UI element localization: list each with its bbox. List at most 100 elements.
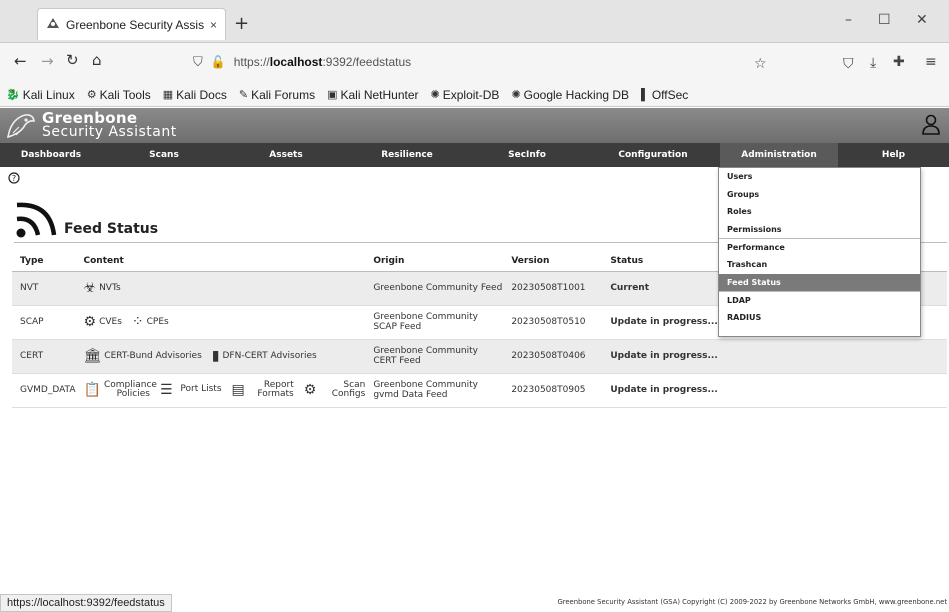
admin-menu-feed-status[interactable]: Feed Status: [719, 273, 920, 292]
ghdb-icon: ✺: [511, 89, 521, 101]
browser-tab-bar: Greenbone Security Assis × + – ☐ ✕: [0, 0, 949, 43]
content-link[interactable]: ⁘ CPEs: [132, 315, 169, 329]
feed-type: GVMD_DATA: [12, 373, 76, 408]
url-bar[interactable]: ⛉ 🔓 https://localhost:9392/feedstatus: [193, 49, 788, 75]
browser-tab[interactable]: Greenbone Security Assis ×: [37, 8, 226, 40]
bookmark-google-hacking-db[interactable]: ✺ Google Hacking DB: [511, 88, 629, 102]
menu-configuration[interactable]: Configuration: [586, 143, 720, 167]
menu-scans[interactable]: Scans: [102, 143, 226, 167]
menu-assets[interactable]: Assets: [226, 143, 346, 167]
menu-secinfo[interactable]: SecInfo: [468, 143, 586, 167]
kali-forums-icon: ✎: [238, 89, 249, 101]
greenbone-favicon-icon: [46, 16, 60, 33]
content-label: Port Lists: [180, 384, 222, 395]
copyright-text: Greenbone Security Assistant (GSA) Copyr…: [557, 598, 947, 606]
cve-icon: ⚙: [83, 314, 97, 330]
content-link[interactable]: ☣ NVTs: [84, 281, 121, 295]
bookmark-kali-tools[interactable]: ⚙ Kali Tools: [87, 88, 151, 102]
content-link[interactable]: 📋 Compliance Policies: [84, 379, 157, 400]
content-list: ☣ NVTs: [84, 281, 366, 295]
feed-version: 20230508T1001: [503, 271, 603, 306]
bookmark-kali-docs[interactable]: ▦ Kali Docs: [163, 88, 227, 102]
content-list: ⚙ CVEs ⁘ CPEs: [84, 315, 366, 329]
feed-version: 20230508T0406: [503, 339, 603, 374]
content-label: NVTs: [99, 283, 121, 293]
scan-configs-icon: ⚙: [303, 382, 317, 398]
cert-bund-icon: 🏛: [83, 348, 102, 364]
bookmark-exploit-db[interactable]: ✺ Exploit-DB: [431, 88, 500, 102]
browser-toolbar: ← → ↻ ⌂ ⛉ 🔓 https://localhost:9392/feeds…: [0, 43, 949, 83]
admin-menu-roles[interactable]: Roles: [719, 203, 920, 221]
bookmark-label: Kali NetHunter: [340, 87, 419, 102]
new-tab-button[interactable]: +: [234, 13, 249, 34]
svg-text:?: ?: [12, 174, 16, 183]
feed-content: ☣ NVTs: [75, 271, 366, 306]
content-link[interactable]: ☰ Port Lists: [160, 383, 222, 397]
help-icon[interactable]: ?: [8, 172, 20, 184]
content-link[interactable]: 🏛 CERT-Bund Advisories: [84, 349, 202, 363]
column-version: Version: [503, 251, 603, 272]
home-icon[interactable]: ⌂: [92, 51, 102, 69]
admin-menu-groups[interactable]: Groups: [719, 186, 920, 204]
bookmark-offsec[interactable]: ▌ OffSec: [641, 88, 688, 102]
column-content: Content: [75, 251, 366, 272]
admin-menu-users[interactable]: Users: [719, 168, 920, 186]
bookmark-label: Kali Tools: [99, 87, 151, 102]
download-icon[interactable]: ⤓: [870, 55, 876, 71]
lock-icon[interactable]: 🔓: [211, 55, 226, 69]
bookmark-kali-nethunter[interactable]: ▣ Kali NetHunter: [327, 88, 418, 102]
feed-icon: [16, 202, 57, 238]
exploit-db-icon: ✺: [430, 89, 440, 101]
content-list: 📋 Compliance Policies ☰ Port Lists ▤ Report F…: [84, 379, 366, 400]
tab-close-icon[interactable]: ×: [210, 18, 217, 32]
menu-dashboards[interactable]: Dashboards: [0, 143, 102, 167]
report-formats-icon: ▤: [231, 382, 245, 398]
content-link[interactable]: ⚙ CVEs: [84, 315, 122, 329]
admin-menu-trashcan[interactable]: Trashcan: [719, 256, 920, 274]
feed-type: NVT: [12, 271, 76, 306]
offsec-icon: ▌: [641, 88, 649, 101]
user-icon[interactable]: [921, 114, 941, 136]
cpe-icon: ⁘: [131, 314, 144, 330]
admin-menu-performance[interactable]: Performance: [719, 238, 920, 256]
bookmark-label: Google Hacking DB: [523, 87, 630, 102]
feed-origin: Greenbone Community SCAP Feed: [365, 305, 504, 340]
admin-menu-ldap[interactable]: LDAP: [719, 291, 920, 309]
reload-icon[interactable]: ↻: [66, 51, 79, 69]
column-type: Type: [12, 251, 76, 272]
feed-content: 📋 Compliance Policies ☰ Port Lists ▤ Report F…: [75, 373, 366, 408]
minimize-icon[interactable]: –: [845, 12, 852, 28]
extensions-icon[interactable]: ✚: [893, 54, 905, 70]
dfn-cert-icon: ▮: [211, 348, 220, 364]
forward-icon[interactable]: →: [41, 52, 54, 70]
bookmark-label: Kali Linux: [22, 87, 75, 102]
close-window-icon[interactable]: ✕: [916, 12, 928, 28]
administration-dropdown: Users Groups Roles Permissions Performance Tr…: [718, 167, 921, 337]
content-link[interactable]: ▮ DFN-CERT Advisories: [212, 349, 317, 363]
kali-tools-icon: ⚙: [86, 89, 97, 101]
bookmark-label: Kali Docs: [176, 87, 227, 102]
column-origin: Origin: [365, 251, 504, 272]
admin-menu-permissions[interactable]: Permissions: [719, 221, 920, 239]
bookmark-kali-forums[interactable]: ✎ Kali Forums: [239, 88, 315, 102]
feed-content: ⚙ CVEs ⁘ CPEs: [75, 305, 366, 340]
back-icon[interactable]: ←: [14, 52, 27, 70]
greenbone-logo-icon[interactable]: [5, 111, 37, 141]
pocket-icon[interactable]: ⛉: [843, 56, 854, 72]
bookmark-label: OffSec: [651, 87, 689, 102]
shield-icon[interactable]: ⛉: [193, 54, 203, 70]
menu-resilience[interactable]: Resilience: [346, 143, 468, 167]
content-link[interactable]: ▤ Report Formats: [231, 379, 294, 400]
content-label: Compliance Policies: [103, 379, 157, 399]
admin-menu-radius[interactable]: RADIUS: [719, 309, 920, 327]
maximize-icon[interactable]: ☐: [878, 12, 891, 28]
menu-help[interactable]: Help: [838, 143, 949, 167]
content-label: Report Formats: [257, 379, 294, 399]
content-link[interactable]: ⚙ Scan Configs: [303, 380, 366, 400]
menu-icon[interactable]: ≡: [925, 54, 937, 70]
page-header: Feed Status: [14, 197, 158, 239]
bookmark-kali-linux[interactable]: 🐉 Kali Linux: [6, 88, 75, 102]
bookmark-star-icon[interactable]: ☆: [754, 56, 767, 72]
menu-administration[interactable]: Administration: [720, 143, 838, 167]
page-title: Feed Status: [64, 221, 159, 237]
